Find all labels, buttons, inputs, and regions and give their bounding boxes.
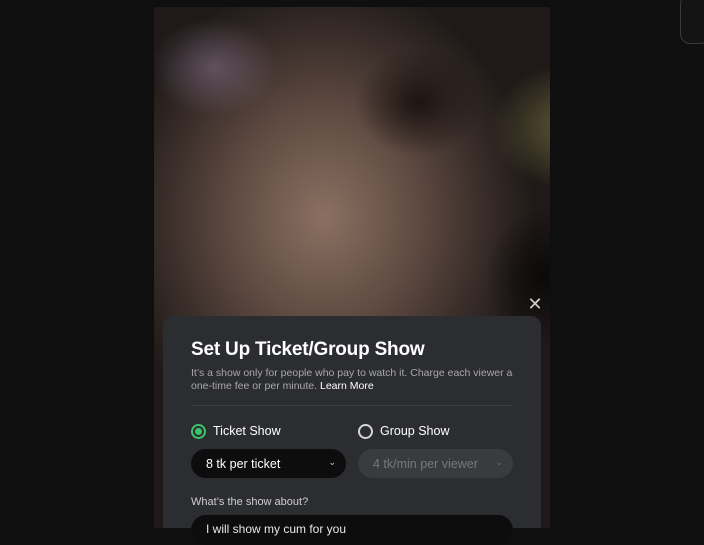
ticket-show-radio[interactable]	[191, 423, 206, 439]
group-show-radio[interactable]	[358, 423, 373, 439]
modal-description: It’s a show only for people who pay to w…	[191, 367, 521, 393]
about-label: What’s the show about?	[191, 496, 309, 508]
divider	[191, 405, 513, 406]
ticket-price-value: 8 tk per ticket	[206, 456, 281, 471]
group-show-label: Group Show	[380, 424, 450, 438]
about-input[interactable]: I will show my cum for you	[191, 515, 513, 545]
group-show-option[interactable]: Group Show	[358, 423, 449, 439]
group-price-select: 4 tk/min per viewer ⌄	[358, 449, 513, 478]
side-panel-edge	[680, 0, 704, 44]
video-shadow	[354, 47, 484, 157]
radio-dot	[195, 427, 202, 435]
learn-more-link[interactable]: Learn More	[320, 380, 374, 392]
ticket-show-modal: Set Up Ticket/Group Show It’s a show onl…	[163, 316, 541, 545]
chevron-down-icon: ⌄	[328, 457, 336, 467]
modal-title: Set Up Ticket/Group Show	[191, 339, 425, 360]
chevron-down-icon: ⌄	[495, 457, 503, 467]
ticket-show-label: Ticket Show	[213, 424, 281, 438]
ticket-price-select[interactable]: 8 tk per ticket ⌄	[191, 449, 346, 478]
close-icon[interactable]: ✕	[526, 295, 544, 313]
group-price-value: 4 tk/min per viewer	[373, 456, 478, 471]
ticket-show-option[interactable]: Ticket Show	[191, 423, 281, 439]
